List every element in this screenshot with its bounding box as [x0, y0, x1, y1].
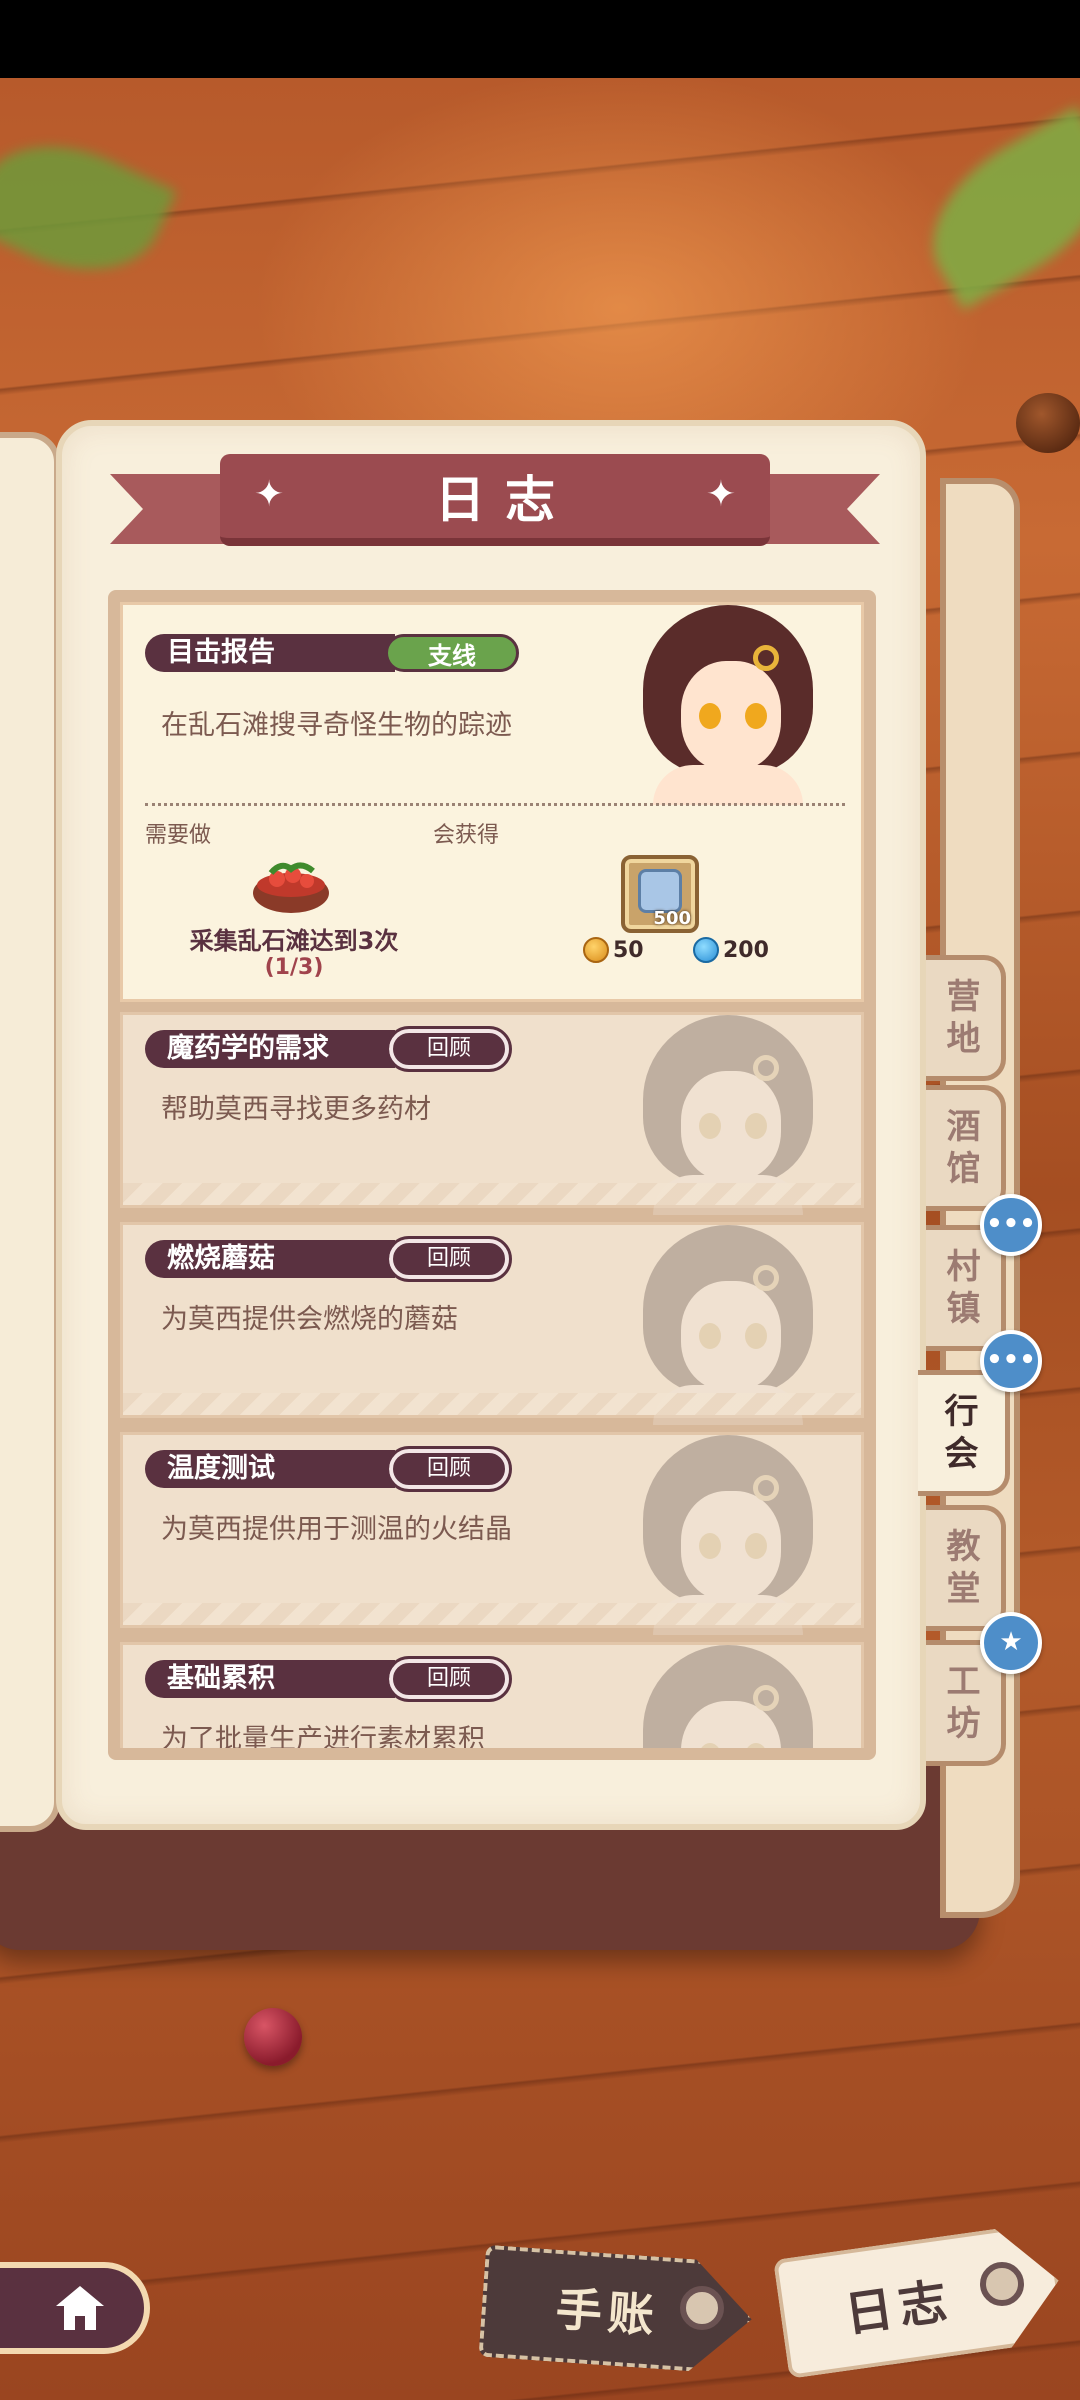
- quest-description: 为莫西提供用于测温的火结晶: [161, 1514, 512, 1545]
- need-label: 需要做: [145, 823, 212, 848]
- page-title: 日志: [435, 471, 575, 529]
- quest-description: 在乱石滩搜寻奇怪生物的踪迹: [161, 710, 512, 741]
- npc-portrait: [613, 1015, 843, 1215]
- book-left-page: [0, 432, 60, 1832]
- journal-label: 日志: [841, 2272, 957, 2344]
- ribbon-band: ✦ 日志 ✦: [220, 454, 770, 546]
- quest-title: 目击报告: [145, 634, 395, 672]
- task-requirement: 采集乱石滩达到3次: [189, 927, 399, 955]
- tab-camp[interactable]: 营地: [926, 955, 1006, 1081]
- npc-portrait: [613, 1645, 843, 1748]
- npc-portrait: [613, 1225, 843, 1425]
- divider: [145, 803, 845, 806]
- chat-bubble-icon[interactable]: •••: [980, 1330, 1042, 1392]
- tab-label: 教堂: [946, 1527, 981, 1609]
- tab-label: 行会: [944, 1392, 979, 1474]
- gold-coin-icon: [583, 937, 609, 963]
- quest-header: 基础累积 回顾: [145, 1656, 513, 1702]
- berry-decoration: [244, 2008, 302, 2066]
- quest-title: 魔药学的需求: [145, 1030, 395, 1068]
- quest-header: 魔药学的需求 回顾: [145, 1026, 513, 1072]
- reward-item-count: 500: [653, 908, 691, 929]
- status-bar: [0, 0, 1080, 78]
- leaf-decoration: [0, 115, 177, 301]
- quest-card-completed[interactable]: 基础累积 回顾 为了批量生产进行素材累积: [120, 1642, 864, 1748]
- quest-card-completed[interactable]: 温度测试 回顾 为莫西提供用于测温的火结晶: [120, 1432, 864, 1635]
- quest-title: 基础累积: [145, 1660, 395, 1698]
- review-button[interactable]: 回顾: [385, 1026, 513, 1072]
- quest-title: 燃烧蘑菇: [145, 1240, 395, 1278]
- quest-description: 帮助莫西寻找更多药材: [161, 1094, 431, 1125]
- quest-card-active[interactable]: 目击报告 支线 在乱石滩搜寻奇怪生物的踪迹 需要做 会获得 采集乱石滩达到3次 …: [120, 602, 864, 1002]
- reward-gold-amount: 50: [613, 937, 644, 963]
- chat-bubble-icon[interactable]: •••: [980, 1194, 1042, 1256]
- reward-blue: 200: [693, 937, 769, 963]
- reward-item[interactable]: 500: [621, 855, 699, 933]
- quest-description: 为莫西提供会燃烧的蘑菇: [161, 1304, 458, 1335]
- quest-type-badge: 支线: [385, 634, 519, 672]
- tag-hole-icon: [980, 2262, 1024, 2306]
- quest-card-completed[interactable]: 燃烧蘑菇 回顾 为莫西提供会燃烧的蘑菇: [120, 1222, 864, 1425]
- quest-description: 为了批量生产进行素材累积: [161, 1724, 485, 1748]
- tag-hole-icon: [680, 2286, 724, 2330]
- quest-title: 温度测试: [145, 1450, 395, 1488]
- tab-guild[interactable]: 行会: [918, 1370, 1010, 1496]
- tab-label: 工坊: [946, 1662, 981, 1744]
- tab-label: 村镇: [946, 1247, 981, 1329]
- ledger-label: 手账: [554, 2281, 662, 2343]
- tab-church[interactable]: 教堂: [926, 1505, 1006, 1631]
- review-button[interactable]: 回顾: [385, 1656, 513, 1702]
- quest-header: 燃烧蘑菇 回顾: [145, 1236, 513, 1282]
- tab-label: 营地: [946, 977, 981, 1059]
- quest-list[interactable]: 目击报告 支线 在乱石滩搜寻奇怪生物的踪迹 需要做 会获得 采集乱石滩达到3次 …: [108, 590, 876, 1760]
- npc-portrait: [613, 605, 843, 805]
- acorn-decoration: [1016, 393, 1080, 453]
- quest-card-completed[interactable]: 魔药学的需求 回顾 帮助莫西寻找更多药材: [120, 1012, 864, 1215]
- tab-tavern[interactable]: 酒馆: [926, 1085, 1006, 1211]
- reward-gold: 50: [583, 937, 644, 963]
- npc-portrait: [613, 1435, 843, 1635]
- star-bubble-icon[interactable]: ★: [980, 1612, 1042, 1674]
- leaf-decoration: [903, 106, 1080, 310]
- review-button[interactable]: 回顾: [385, 1236, 513, 1282]
- reward-blue-amount: 200: [723, 937, 769, 963]
- task-progress: (1/3): [264, 955, 324, 980]
- reward-label: 会获得: [433, 823, 500, 848]
- blue-gem-icon: [693, 937, 719, 963]
- basket-icon: [253, 862, 329, 913]
- home-icon: [56, 2286, 104, 2330]
- review-button[interactable]: 回顾: [385, 1446, 513, 1492]
- quest-header: 温度测试 回顾: [145, 1446, 513, 1492]
- tab-label: 酒馆: [946, 1107, 981, 1189]
- sparkle-icon: ✦: [254, 474, 285, 515]
- quest-header: 目击报告 支线: [145, 633, 519, 673]
- home-button[interactable]: [0, 2262, 150, 2354]
- reward-item-icon: [638, 869, 682, 913]
- title-ribbon: ✦ 日志 ✦: [110, 446, 880, 556]
- sparkle-icon: ✦: [705, 474, 736, 515]
